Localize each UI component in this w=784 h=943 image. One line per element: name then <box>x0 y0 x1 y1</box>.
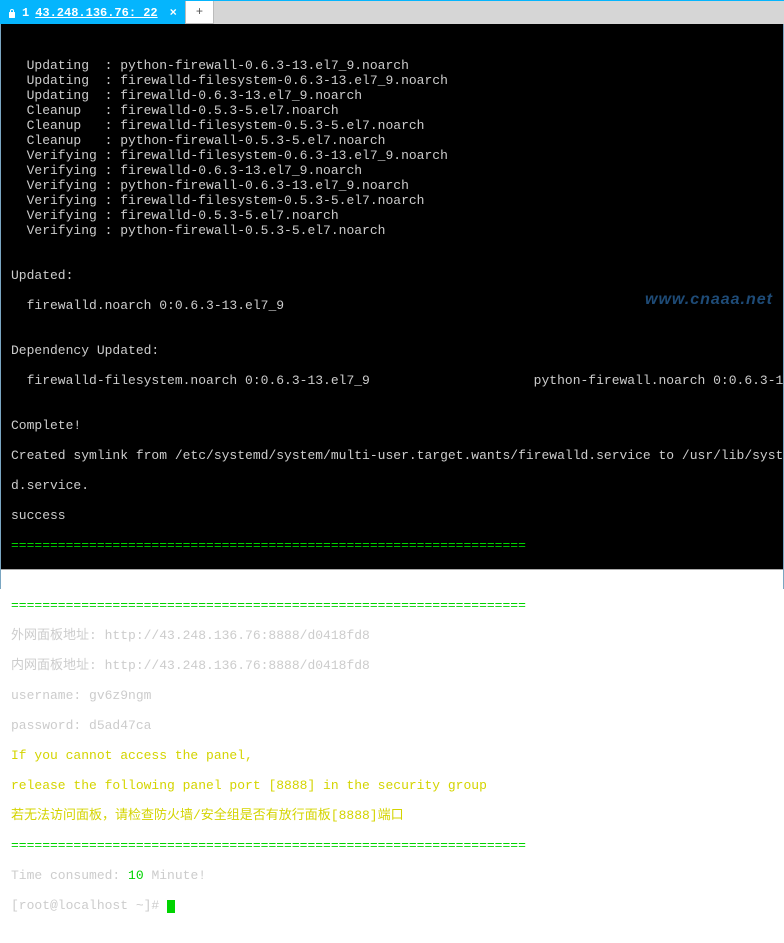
yum-line: Cleanup : firewalld-filesystem-0.5.3-5.e… <box>11 118 775 133</box>
tab-title: 43.248.136.76: 22 <box>35 6 157 20</box>
dep-updated-pkgs: firewalld-filesystem.noarch 0:0.6.3-13.e… <box>11 373 775 388</box>
complete-line: Complete! <box>11 418 775 433</box>
warn-line-1: If you cannot access the panel, <box>11 748 775 763</box>
divider: ========================================… <box>11 838 775 853</box>
symlink-line-1: Created symlink from /etc/systemd/system… <box>11 448 775 463</box>
success-line: success <box>11 508 775 523</box>
warn-line-3: 若无法访问面板，请检查防火墙/安全组是否有放行面板[8888]端口 <box>11 808 775 823</box>
yum-line: Verifying : python-firewall-0.6.3-13.el7… <box>11 178 775 193</box>
terminal-output[interactable]: www.cnaaa.net Updating : python-firewall… <box>0 24 784 589</box>
yum-line: Updating : python-firewall-0.6.3-13.el7_… <box>11 58 775 73</box>
yum-line: Verifying : python-firewall-0.5.3-5.el7.… <box>11 223 775 238</box>
yum-line: Verifying : firewalld-0.5.3-5.el7.noarch <box>11 208 775 223</box>
tab-bar: 1 43.248.136.76: 22 × + <box>0 0 784 24</box>
panel-username: username: gv6z9ngm <box>11 688 775 703</box>
warn-line-2: release the following panel port [8888] … <box>11 778 775 793</box>
new-tab-button[interactable]: + <box>186 1 214 24</box>
yum-line: Cleanup : python-firewall-0.5.3-5.el7.no… <box>11 133 775 148</box>
lock-icon <box>8 8 16 18</box>
dep-updated-header: Dependency Updated: <box>11 343 775 358</box>
tab-ssh-session[interactable]: 1 43.248.136.76: 22 × <box>0 1 186 24</box>
tab-index: 1 <box>22 6 29 20</box>
symlink-line-2: d.service. <box>11 478 775 493</box>
yum-line: Cleanup : firewalld-0.5.3-5.el7.noarch <box>11 103 775 118</box>
updated-pkg: firewalld.noarch 0:0.6.3-13.el7_9 <box>11 298 775 313</box>
time-consumed: Time consumed: 10 Minute! <box>11 868 775 883</box>
yum-line: Updating : firewalld-0.6.3-13.el7_9.noar… <box>11 88 775 103</box>
divider: ========================================… <box>11 538 775 553</box>
yum-line: Verifying : firewalld-filesystem-0.5.3-5… <box>11 193 775 208</box>
close-icon[interactable]: × <box>170 6 177 20</box>
panel-password: password: d5ad47ca <box>11 718 775 733</box>
divider: ========================================… <box>11 598 775 613</box>
plus-icon: + <box>196 5 203 19</box>
shell-prompt[interactable]: [root@localhost ~]# <box>11 898 775 913</box>
panel-external: 外网面板地址: http://43.248.136.76:8888/d0418f… <box>11 628 775 643</box>
panel-internal: 内网面板地址: http://43.248.136.76:8888/d0418f… <box>11 658 775 673</box>
yum-line: Updating : firewalld-filesystem-0.6.3-13… <box>11 73 775 88</box>
yum-line: Verifying : firewalld-0.6.3-13.el7_9.noa… <box>11 163 775 178</box>
yum-line: Verifying : firewalld-filesystem-0.6.3-1… <box>11 148 775 163</box>
cursor <box>167 900 175 913</box>
status-bar <box>1 569 783 589</box>
updated-header: Updated: <box>11 268 775 283</box>
